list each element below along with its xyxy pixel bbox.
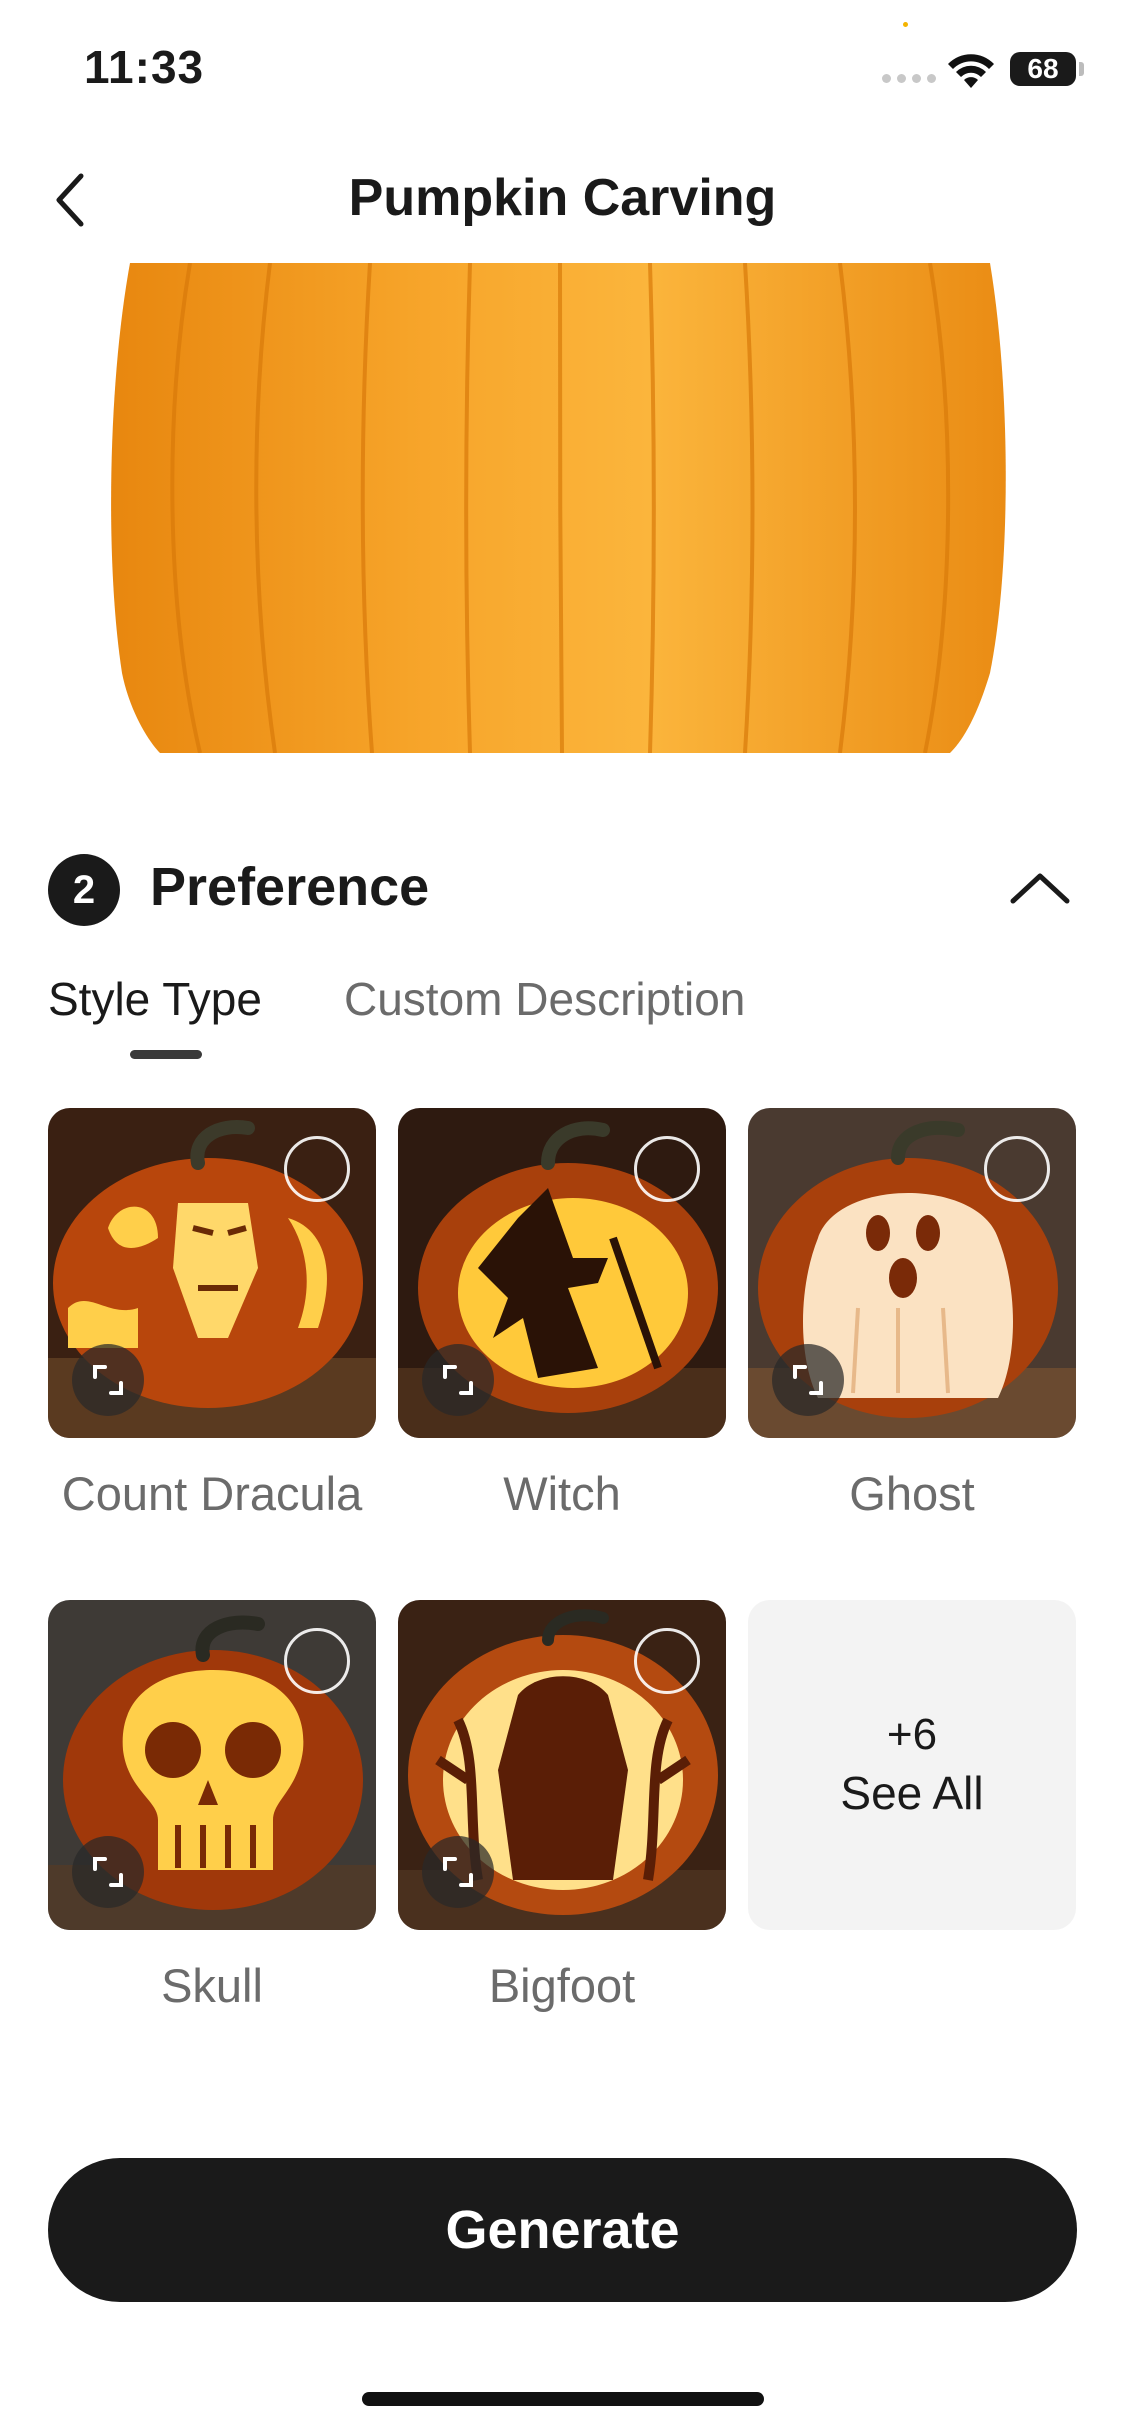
style-card-ghost[interactable]: Ghost [748, 1108, 1076, 1521]
home-indicator [362, 2392, 764, 2406]
expand-button[interactable] [72, 1344, 144, 1416]
pumpkin-preview-image [0, 263, 1125, 753]
expand-icon [443, 1857, 473, 1887]
preference-section-header: 2 Preference [0, 848, 1125, 928]
select-radio[interactable] [634, 1628, 700, 1694]
style-label: Ghost [849, 1467, 975, 1520]
active-tab-indicator [130, 1050, 202, 1059]
style-label: Skull [161, 1959, 263, 2012]
generate-button[interactable]: Generate [48, 2158, 1077, 2302]
see-all-tile: +6 See All [748, 1600, 1076, 1930]
select-radio[interactable] [984, 1136, 1050, 1202]
step-badge: 2 [48, 854, 120, 926]
preference-tabs: Style Type Custom Description [0, 972, 1125, 1064]
style-thumbnail [398, 1108, 726, 1438]
style-card-witch[interactable]: Witch [398, 1108, 726, 1521]
battery-tip [1079, 62, 1084, 76]
style-label: Witch [503, 1467, 621, 1520]
chevron-up-icon [1010, 873, 1070, 904]
battery-icon: 68 [1010, 52, 1076, 86]
style-thumbnail [48, 1600, 376, 1930]
status-bar: 11:33 68 [0, 0, 1125, 135]
see-all-label: See All [840, 1767, 984, 1819]
nav-header: Pumpkin Carving [0, 140, 1125, 260]
wifi-icon [948, 54, 994, 88]
expand-button[interactable] [422, 1836, 494, 1908]
preference-title: Preference [150, 857, 430, 917]
signal-icon [882, 74, 936, 83]
tab-custom-description[interactable]: Custom Description [344, 972, 745, 1026]
more-styles-count: +6 [886, 1710, 938, 1759]
style-card-skull[interactable]: Skull [48, 1600, 376, 2013]
style-thumbnail [398, 1600, 726, 1930]
expand-button[interactable] [772, 1344, 844, 1416]
recording-dot [903, 22, 908, 27]
select-radio[interactable] [634, 1136, 700, 1202]
status-time: 11:33 [84, 41, 205, 93]
select-radio[interactable] [284, 1628, 350, 1694]
style-thumbnail [48, 1108, 376, 1438]
style-label: Bigfoot [488, 1959, 636, 2012]
style-card-bigfoot[interactable]: Bigfoot [398, 1600, 726, 2013]
expand-icon [793, 1365, 823, 1395]
expand-icon [443, 1365, 473, 1395]
expand-icon [93, 1857, 123, 1887]
see-all-button[interactable]: +6 See All [748, 1600, 1076, 1930]
style-thumbnail [748, 1108, 1076, 1438]
expand-icon [93, 1365, 123, 1395]
expand-button[interactable] [72, 1836, 144, 1908]
style-label: Count Dracula [61, 1467, 363, 1520]
collapse-button[interactable] [1000, 850, 1080, 926]
tab-style-type[interactable]: Style Type [48, 972, 262, 1026]
expand-button[interactable] [422, 1344, 494, 1416]
select-radio[interactable] [284, 1136, 350, 1202]
style-card-count-dracula[interactable]: Count Dracula [48, 1108, 376, 1521]
page-title: Pumpkin Carving [348, 169, 777, 227]
